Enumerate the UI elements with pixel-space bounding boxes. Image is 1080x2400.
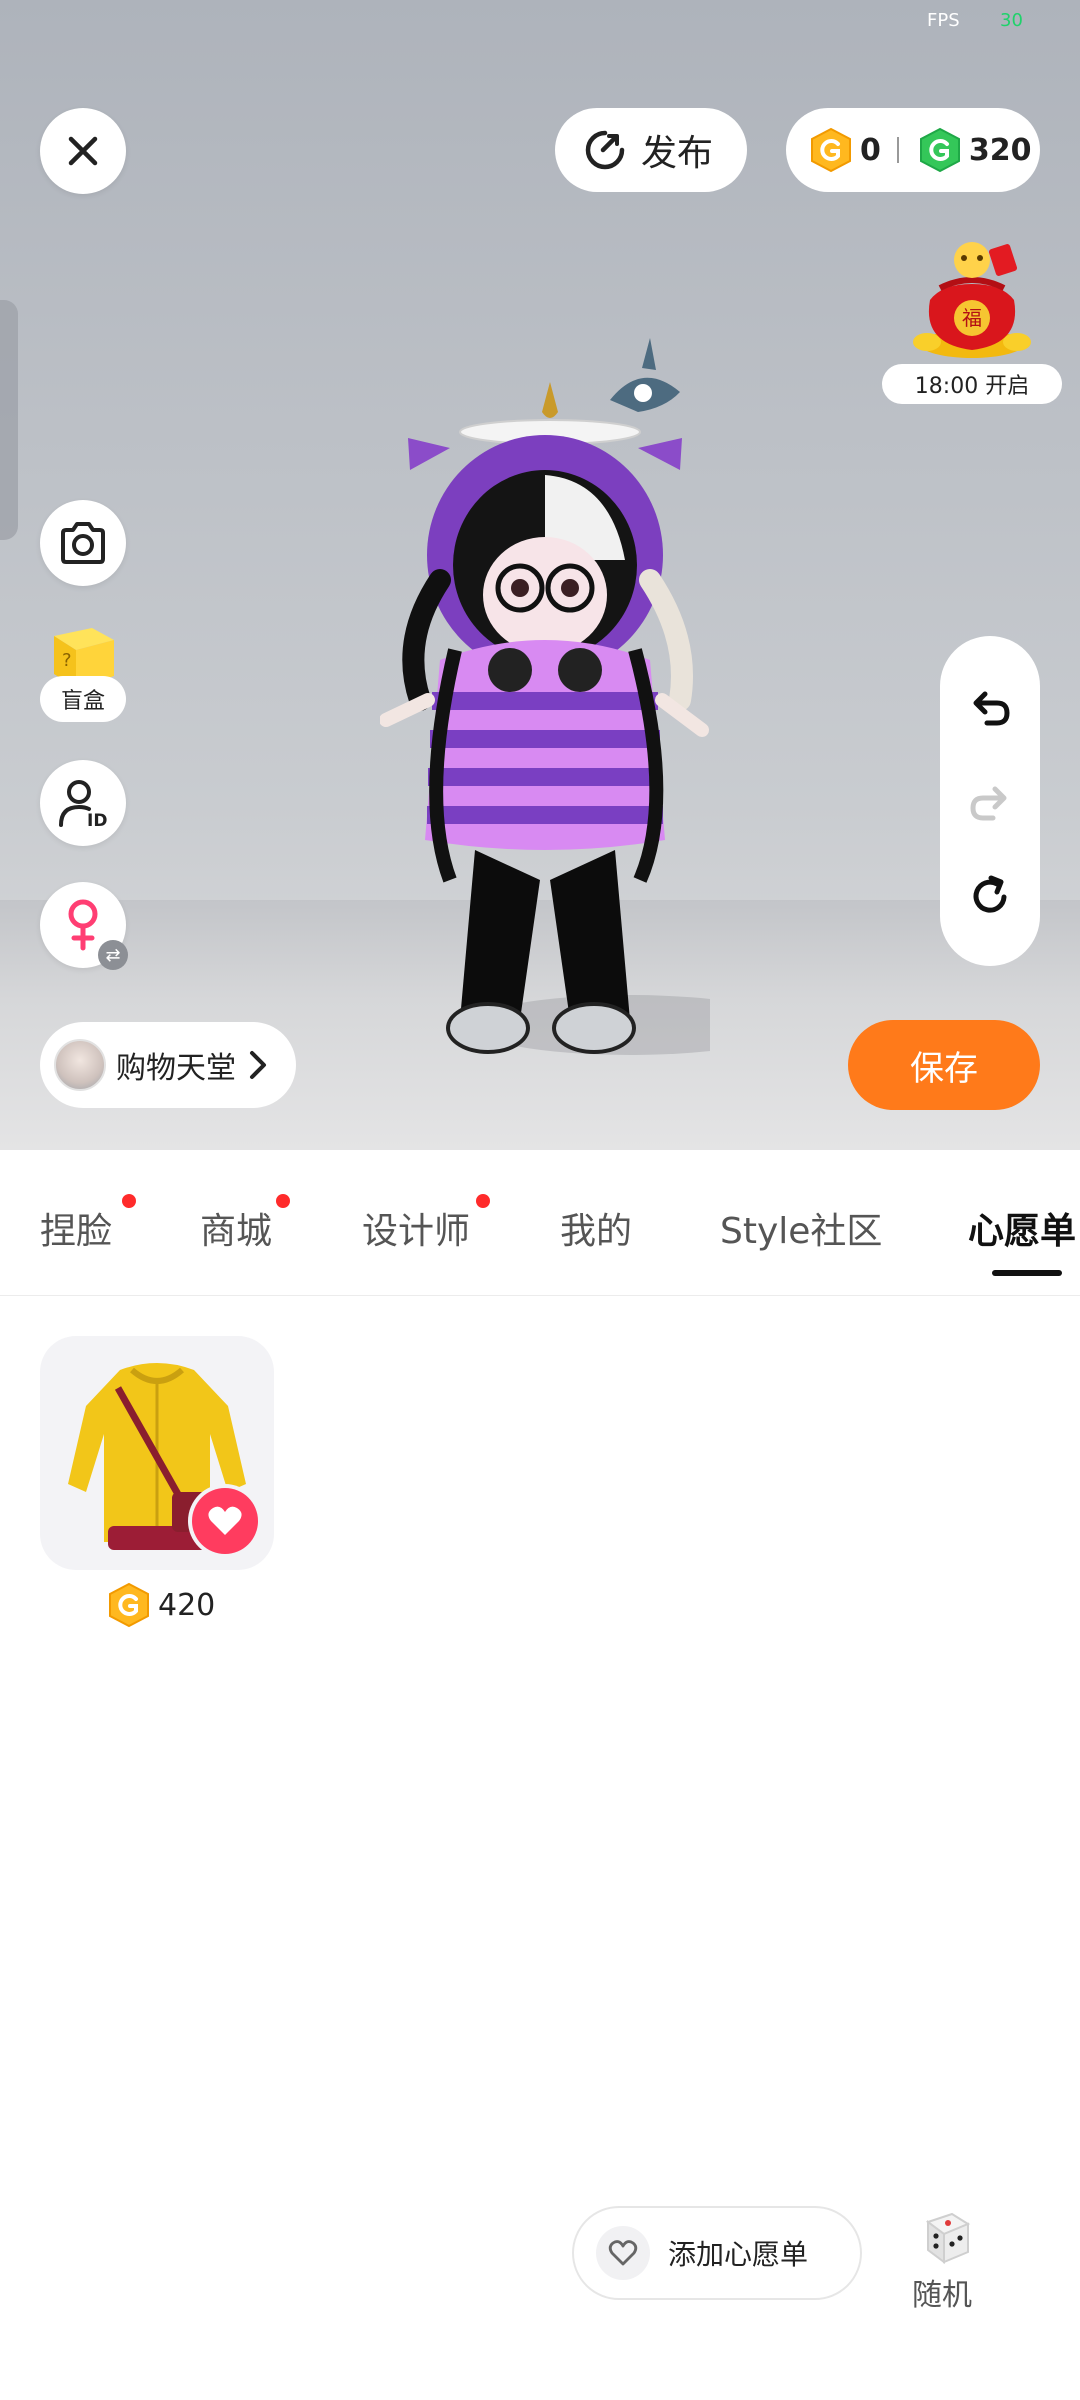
publish-button[interactable]: 发布 <box>555 108 747 192</box>
tab-wishlist[interactable]: 心愿单 <box>968 1202 1076 1254</box>
gender-toggle-button[interactable]: ⇄ <box>40 882 128 970</box>
gold-coin-icon <box>109 1582 149 1628</box>
fps-value: 30 <box>1000 10 1023 31</box>
camera-icon <box>61 522 105 564</box>
gold-coin-amount: 0 <box>860 132 881 168</box>
reset-icon <box>973 875 1007 913</box>
random-button[interactable]: 随机 <box>900 2206 984 2313</box>
shopping-paradise-button[interactable]: 购物天堂 <box>40 1022 296 1108</box>
item-price-value: 420 <box>158 1587 216 1623</box>
chevron-right-icon <box>250 1051 266 1079</box>
swap-icon: ⇄ <box>98 940 128 970</box>
id-profile-button[interactable]: ID <box>40 760 126 846</box>
tab-label: Style社区 <box>720 1211 883 1252</box>
item-price: 420 <box>106 1582 215 1628</box>
tab-label: 设计师 <box>362 1211 471 1252</box>
random-label: 随机 <box>912 2278 972 2313</box>
close-icon <box>68 136 98 166</box>
svg-text:?: ? <box>62 650 72 671</box>
event-start-time: 18:00 开启 <box>882 364 1062 404</box>
svg-text:ID: ID <box>87 811 107 829</box>
side-drawer-handle[interactable] <box>0 300 18 540</box>
tab-label: 我的 <box>560 1211 633 1252</box>
currency-divider <box>896 137 899 163</box>
shop-label: 购物天堂 <box>116 1051 236 1086</box>
notification-dot <box>122 1194 137 1208</box>
active-tab-indicator <box>992 1270 1062 1276</box>
tab-mall[interactable]: 商城 <box>200 1194 291 1254</box>
avatar-stage[interactable]: FPS 30 发布 0 320 福 18:00 开启 ? 盲盒 ID ⇄ 购物天… <box>0 0 1080 1150</box>
green-coin-icon <box>919 127 960 173</box>
publish-icon <box>585 130 625 170</box>
heart-outline-icon <box>596 2226 650 2280</box>
fps-label: FPS <box>927 10 960 31</box>
close-button[interactable] <box>40 108 126 194</box>
green-coin-amount: 320 <box>968 132 1032 168</box>
avatar-character[interactable] <box>380 320 710 1110</box>
tab-designer[interactable]: 设计师 <box>362 1194 491 1254</box>
publish-label: 发布 <box>641 133 714 174</box>
save-button[interactable]: 保存 <box>848 1020 1040 1110</box>
redo-icon <box>970 786 1007 821</box>
dice-icon <box>925 2212 971 2264</box>
redo-button[interactable] <box>965 776 1015 826</box>
add-wishlist-label: 添加心愿单 <box>668 2238 809 2271</box>
shop-avatar <box>54 1039 106 1091</box>
heart-icon <box>208 1506 242 1535</box>
blind-box-label: 盲盒 <box>40 676 126 722</box>
event-lucky-bag[interactable]: 福 18:00 开启 <box>882 232 1062 404</box>
tab-label: 捏脸 <box>40 1211 113 1252</box>
edit-history-controls <box>940 636 1040 966</box>
reset-button[interactable] <box>965 871 1015 921</box>
favorite-badge[interactable] <box>192 1488 258 1554</box>
currency-balance[interactable]: 0 320 <box>786 108 1040 192</box>
category-tabs: 捏脸 商城 设计师 我的 Style社区 心愿单 <box>0 1150 1080 1296</box>
tab-label: 心愿单 <box>968 1211 1077 1252</box>
notification-dot <box>476 1194 491 1208</box>
add-wishlist-button[interactable]: 添加心愿单 <box>572 2206 862 2300</box>
undo-icon <box>973 691 1010 726</box>
gold-coin-icon <box>811 127 851 173</box>
wishlist-item[interactable] <box>40 1336 274 1570</box>
undo-button[interactable] <box>965 681 1015 731</box>
tab-label: 商城 <box>200 1211 273 1252</box>
camera-button[interactable] <box>40 500 126 586</box>
tab-style-community[interactable]: Style社区 <box>720 1202 882 1254</box>
blind-box-button[interactable]: ? 盲盒 <box>40 620 126 730</box>
svg-text:福: 福 <box>962 306 982 330</box>
tab-face[interactable]: 捏脸 <box>40 1194 137 1254</box>
notification-dot <box>276 1194 291 1208</box>
id-profile-icon: ID <box>59 780 107 829</box>
lucky-bag-icon: 福 <box>913 242 1031 358</box>
tab-mine[interactable]: 我的 <box>560 1202 632 1254</box>
female-icon <box>68 899 98 951</box>
